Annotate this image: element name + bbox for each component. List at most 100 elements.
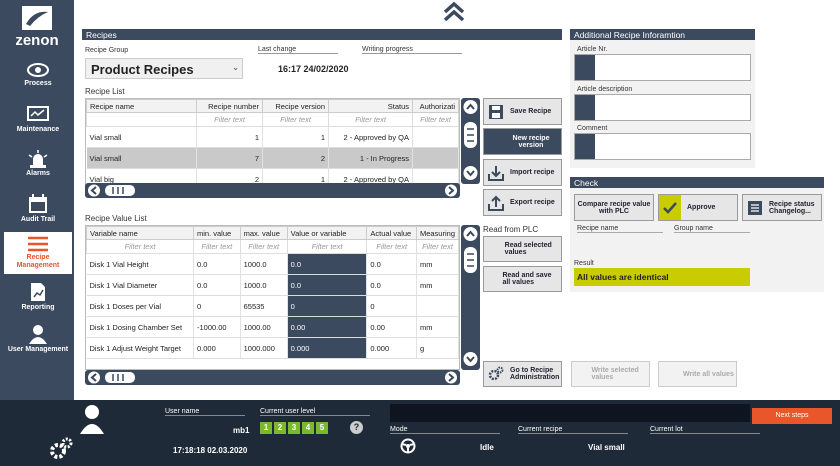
column-header[interactable]: Variable name bbox=[86, 226, 194, 240]
article-nr-label: Article Nr. bbox=[577, 46, 608, 53]
sidebar-item-user-management[interactable]: User Management bbox=[4, 320, 72, 364]
table-row[interactable]: Vial small 1 1 2 - Approved by QA bbox=[86, 126, 459, 148]
column-header[interactable]: Authorizati bbox=[412, 99, 459, 113]
edit-icon bbox=[575, 95, 595, 120]
recipe-value-list-label: Recipe Value List bbox=[85, 214, 147, 223]
help-button[interactable]: ? bbox=[350, 421, 363, 434]
button-label: Write selected values bbox=[591, 367, 639, 381]
column-header[interactable]: Measuring bbox=[415, 226, 459, 240]
recipe-group-select[interactable]: Product Recipes ⌄ bbox=[85, 58, 243, 79]
save-recipe-button[interactable]: Save Recipe bbox=[483, 98, 562, 125]
table-cell: 1 bbox=[196, 126, 263, 148]
button-label: Save Recipe bbox=[510, 108, 552, 115]
article-description-label: Article description bbox=[577, 86, 633, 93]
table-row[interactable]: Disk 1 Vial Height 0.0 1000.0 0.0 0.0 mm bbox=[86, 253, 459, 275]
user-level-1: 1 bbox=[260, 422, 272, 434]
table-row[interactable]: Disk 1 Vial Diameter 0.0 1000.0 0.0 0.0 … bbox=[86, 274, 459, 296]
compare-with-plc-button[interactable]: Compare recipe value with PLC bbox=[574, 194, 654, 221]
export-icon bbox=[488, 195, 504, 211]
column-header[interactable]: Value or variable bbox=[286, 226, 368, 240]
table-row[interactable]: Disk 1 Doses per Vial 0 65535 0 0 bbox=[86, 295, 459, 317]
table-cell: Disk 1 Vial Height bbox=[86, 253, 194, 275]
value-list-vscroll[interactable] bbox=[461, 225, 480, 370]
table-row[interactable]: Disk 1 Adjust Weight Target 0.000 1000.0… bbox=[86, 337, 459, 359]
article-description-field[interactable] bbox=[574, 94, 751, 121]
recipe-list-hscroll[interactable] bbox=[85, 183, 460, 198]
sidebar-item-maintenance[interactable]: Maintenance bbox=[4, 102, 72, 146]
writing-progress-label: Writing progress bbox=[362, 46, 462, 54]
value-input-cell[interactable]: 0.0 bbox=[287, 274, 368, 296]
menu-lines-icon bbox=[28, 236, 48, 252]
comment-field[interactable] bbox=[574, 133, 751, 160]
filter-cell[interactable] bbox=[86, 112, 197, 127]
button-label: Compare recipe value with PLC bbox=[577, 200, 651, 215]
sidebar-item-reporting[interactable]: Reporting bbox=[4, 278, 72, 322]
read-selected-values-button[interactable]: Read selected values bbox=[483, 236, 562, 262]
filter-cell[interactable]: Filter text bbox=[328, 112, 413, 127]
value-input-cell[interactable]: 0.00 bbox=[287, 316, 368, 338]
table-cell: 0.0 bbox=[366, 253, 417, 275]
table-cell: 0 bbox=[193, 295, 241, 317]
column-header[interactable]: Recipe number bbox=[196, 99, 263, 113]
table-cell bbox=[416, 295, 459, 317]
sidebar-item-recipe-management[interactable]: Recipe Management bbox=[4, 232, 72, 274]
recipe-status-changelog-button[interactable]: Recipe status Changelog... bbox=[742, 194, 822, 221]
additional-info-title: Additional Recipe Inforamtion bbox=[570, 29, 755, 40]
button-label: Recipe status Changelog... bbox=[769, 200, 815, 215]
column-header[interactable]: Status bbox=[328, 99, 413, 113]
column-header[interactable]: Recipe version bbox=[262, 99, 329, 113]
sidebar-item-process[interactable]: Process bbox=[4, 58, 72, 102]
button-label: Read and save all values bbox=[502, 272, 552, 286]
column-header[interactable]: max. value bbox=[239, 226, 288, 240]
filter-cell[interactable]: Filter text bbox=[262, 112, 329, 127]
filter-cell[interactable]: Filter text bbox=[86, 239, 194, 254]
new-recipe-version-button[interactable]: New recipe version bbox=[483, 128, 562, 155]
recipe-list-vscroll[interactable] bbox=[461, 98, 480, 184]
filter-cell[interactable]: Filter text bbox=[286, 239, 368, 254]
write-all-values-button[interactable]: Write all values bbox=[658, 361, 737, 387]
filter-cell[interactable]: Filter text bbox=[192, 239, 241, 254]
filter-cell[interactable]: Filter text bbox=[412, 112, 459, 127]
sidebar-item-audit-trail[interactable]: Audit Trail bbox=[4, 190, 72, 234]
table-cell: 7 bbox=[196, 147, 263, 169]
user-level-5: 5 bbox=[316, 422, 328, 434]
eye-icon bbox=[27, 63, 49, 77]
import-recipe-button[interactable]: Import recipe bbox=[483, 159, 562, 186]
column-header[interactable]: Recipe name bbox=[86, 99, 197, 113]
column-header[interactable]: Actual value bbox=[366, 226, 417, 240]
value-list-hscroll[interactable] bbox=[85, 370, 460, 385]
write-selected-values-button[interactable]: Write selected values bbox=[571, 361, 650, 387]
approve-button[interactable]: Approve bbox=[658, 194, 738, 221]
table-row[interactable]: Disk 1 Dosing Chamber Set -1000.00 1000.… bbox=[86, 316, 459, 338]
user-level-2: 2 bbox=[274, 422, 286, 434]
value-input-cell[interactable]: 0.000 bbox=[287, 337, 368, 359]
user-level-4: 4 bbox=[302, 422, 314, 434]
filter-cell[interactable]: Filter text bbox=[196, 112, 263, 127]
read-save-all-button[interactable]: Read and save all values bbox=[483, 266, 562, 292]
go-to-recipe-admin-button[interactable]: Go to Recipe Administration bbox=[483, 361, 562, 387]
table-cell: Vial small bbox=[86, 147, 197, 169]
collapse-up-button[interactable] bbox=[442, 1, 466, 24]
article-nr-field[interactable] bbox=[574, 54, 751, 81]
gears-icon bbox=[50, 437, 73, 459]
column-header[interactable]: min. value bbox=[192, 226, 241, 240]
value-input-cell[interactable]: 0.0 bbox=[287, 253, 368, 275]
result-label: Result bbox=[574, 260, 594, 267]
table-row-selected[interactable]: Vial small 7 2 1 - In Progress bbox=[86, 147, 459, 169]
next-steps-button[interactable]: Next steps bbox=[752, 408, 832, 424]
filter-cell[interactable]: Filter text bbox=[239, 239, 288, 254]
last-change-value: 16:17 24/02/2020 bbox=[278, 64, 349, 74]
table-cell: 0.000 bbox=[366, 337, 417, 359]
export-recipe-button[interactable]: Export recipe bbox=[483, 189, 562, 216]
current-lot-label: Current lot bbox=[650, 426, 760, 434]
button-label: New recipe version bbox=[512, 134, 550, 149]
filter-cell[interactable]: Filter text bbox=[366, 239, 417, 254]
filter-cell[interactable]: Filter text bbox=[415, 239, 459, 254]
double-chevron-up-icon bbox=[443, 1, 465, 22]
sidebar-item-alarms[interactable]: Alarms bbox=[4, 146, 72, 190]
user-icon bbox=[80, 405, 104, 434]
zenon-logo: zenon bbox=[14, 6, 60, 48]
sidebar-item-label: Alarms bbox=[26, 170, 50, 177]
recipe-value-grid: Variable name min. value max. value Valu… bbox=[85, 225, 460, 370]
value-input-cell[interactable]: 0 bbox=[287, 295, 368, 317]
